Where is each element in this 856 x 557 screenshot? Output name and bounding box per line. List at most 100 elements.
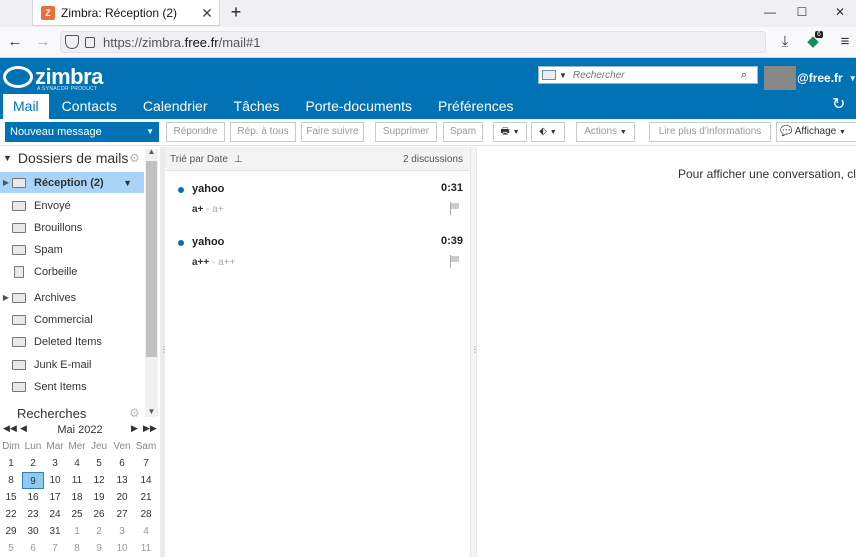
gear-icon[interactable]: ⚙ <box>129 151 140 165</box>
search-icon[interactable]: ⌕ <box>741 69 753 82</box>
calendar-day[interactable]: 2 <box>88 523 110 540</box>
calendar-day[interactable]: 4 <box>66 455 88 472</box>
actions-button[interactable]: Actions ▼ <box>576 122 635 142</box>
back-icon[interactable]: ← <box>6 33 24 51</box>
menu-icon[interactable]: ≡ <box>836 33 854 51</box>
tab-tasks[interactable]: Tâches <box>221 94 293 119</box>
calendar-day[interactable]: 5 <box>88 455 110 472</box>
calendar-day[interactable]: 25 <box>66 506 88 523</box>
browser-tab[interactable]: Z Zimbra: Réception (2) ✕ <box>32 0 220 26</box>
folder-scrollbar[interactable]: ▲ ▼ <box>145 147 158 417</box>
calendar-day[interactable]: 22 <box>0 506 22 523</box>
calendar-day[interactable]: 26 <box>88 506 110 523</box>
calendar-day[interactable]: 1 <box>66 523 88 540</box>
refresh-icon[interactable]: ↻ <box>832 94 845 114</box>
minimize-icon[interactable]: — <box>762 4 778 20</box>
calendar-day[interactable]: 13 <box>111 472 133 489</box>
folder-inbox[interactable]: ▶ Réception (2) ▼ <box>0 172 144 193</box>
maximize-icon[interactable]: ☐ <box>794 4 810 20</box>
tab-contacts[interactable]: Contacts <box>49 94 130 119</box>
searches-header[interactable]: Recherches <box>17 406 86 420</box>
next-month-icon[interactable]: ▶ <box>131 423 138 434</box>
calendar-day[interactable]: 14 <box>135 472 157 489</box>
folder-dropdown-icon[interactable]: ▼ <box>123 178 132 188</box>
list-item[interactable]: yahoo 0:39 a++ - a++ <box>165 230 470 282</box>
calendar-day[interactable]: 24 <box>44 506 66 523</box>
folder-sent[interactable]: Envoyé <box>0 195 144 216</box>
new-message-dropdown-icon[interactable]: ▼ <box>146 122 154 142</box>
folder-sent-items[interactable]: Sent Items <box>0 376 144 397</box>
folder-junk-email[interactable]: Junk E-mail <box>0 354 144 375</box>
calendar-day[interactable]: 3 <box>44 455 66 472</box>
next-year-icon[interactable]: ▶▶ <box>143 423 157 434</box>
calendar-day[interactable]: 28 <box>135 506 157 523</box>
calendar-day[interactable]: 2 <box>22 455 44 472</box>
flag-icon[interactable] <box>449 255 460 268</box>
calendar-day[interactable]: 10 <box>111 540 133 557</box>
calendar-day[interactable]: 3 <box>111 523 133 540</box>
lock-icon[interactable] <box>85 36 95 48</box>
search-type-dropdown-icon[interactable]: ▼ <box>559 71 567 80</box>
tab-mail[interactable]: Mail <box>3 94 49 119</box>
close-tab-icon[interactable]: ✕ <box>199 5 215 22</box>
folders-header[interactable]: ▼ Dossiers de mails <box>3 150 128 166</box>
calendar-day[interactable]: 8 <box>0 472 22 489</box>
calendar-day[interactable]: 30 <box>22 523 44 540</box>
flag-icon[interactable] <box>449 202 460 215</box>
calendar-day[interactable]: 5 <box>0 540 22 557</box>
address-bar[interactable]: https://zimbra.free.fr/mail#1 <box>60 31 766 53</box>
folder-deleted-items[interactable]: Deleted Items <box>0 331 144 352</box>
zimbra-logo[interactable]: zimbra A SYNACOR PRODUCT <box>3 64 103 92</box>
print-menu-button[interactable]: 🖶 ▼ <box>493 122 527 142</box>
calendar-day[interactable]: 7 <box>135 455 157 472</box>
unread-dot-icon[interactable] <box>178 240 184 246</box>
unread-dot-icon[interactable] <box>178 187 184 193</box>
list-item[interactable]: yahoo 0:31 a+ - a+ <box>165 177 470 229</box>
reply-button[interactable]: Répondre <box>166 122 225 142</box>
folder-drafts[interactable]: Brouillons <box>0 217 144 238</box>
calendar-day[interactable]: 19 <box>88 489 110 506</box>
search-input[interactable] <box>572 69 741 81</box>
view-menu-button[interactable]: 💬 Affichage ▼ <box>776 122 856 142</box>
calendar-day[interactable]: 11 <box>66 472 88 489</box>
calendar-day[interactable]: 21 <box>135 489 157 506</box>
expand-icon[interactable]: ▶ <box>0 178 12 187</box>
gear-icon[interactable]: ⚙ <box>129 406 140 420</box>
calendar-day[interactable]: 1 <box>0 455 22 472</box>
calendar-day[interactable]: 4 <box>135 523 157 540</box>
calendar-day[interactable]: 18 <box>66 489 88 506</box>
new-message-button[interactable]: Nouveau message ▼ <box>5 122 159 142</box>
calendar-day[interactable]: 31 <box>44 523 66 540</box>
reply-all-button[interactable]: Rép. à tous <box>230 122 296 142</box>
calendar-day[interactable]: 9 <box>88 540 110 557</box>
forward-icon[interactable]: → <box>34 33 52 51</box>
spam-button[interactable]: Spam <box>443 122 483 142</box>
calendar-day[interactable]: 12 <box>88 472 110 489</box>
close-window-icon[interactable]: ✕ <box>832 4 848 20</box>
more-info-button[interactable]: Lire plus d'informations <box>649 122 771 142</box>
forward-button[interactable]: Faire suivre <box>301 122 364 142</box>
scrollbar-thumb[interactable] <box>146 161 157 357</box>
tab-preferences[interactable]: Préférences <box>425 94 526 119</box>
folder-commercial[interactable]: Commercial <box>0 309 144 330</box>
calendar-day[interactable]: 29 <box>0 523 22 540</box>
calendar-day[interactable]: 11 <box>135 540 157 557</box>
tab-briefcase[interactable]: Porte-documents <box>292 94 425 119</box>
scroll-up-icon[interactable]: ▲ <box>145 147 158 156</box>
calendar-day[interactable]: 9 <box>22 472 44 489</box>
tab-calendar[interactable]: Calendrier <box>130 94 221 119</box>
calendar-day[interactable]: 10 <box>44 472 66 489</box>
calendar-day[interactable]: 7 <box>44 540 66 557</box>
sort-button[interactable]: Trié par Date ⊥ <box>170 154 242 165</box>
calendar-day[interactable]: 23 <box>22 506 44 523</box>
calendar-day[interactable]: 15 <box>0 489 22 506</box>
panel-splitter[interactable]: ⋮ <box>470 147 479 557</box>
folder-archives[interactable]: ▶ Archives <box>0 287 144 308</box>
calendar-day[interactable]: 6 <box>111 455 133 472</box>
calendar-day[interactable]: 16 <box>22 489 44 506</box>
envelope-icon[interactable] <box>542 70 556 80</box>
calendar-day[interactable]: 6 <box>22 540 44 557</box>
delete-button[interactable]: Supprimer <box>375 122 437 142</box>
download-icon[interactable]: ⤓ <box>776 33 794 51</box>
scroll-down-icon[interactable]: ▼ <box>145 407 158 416</box>
